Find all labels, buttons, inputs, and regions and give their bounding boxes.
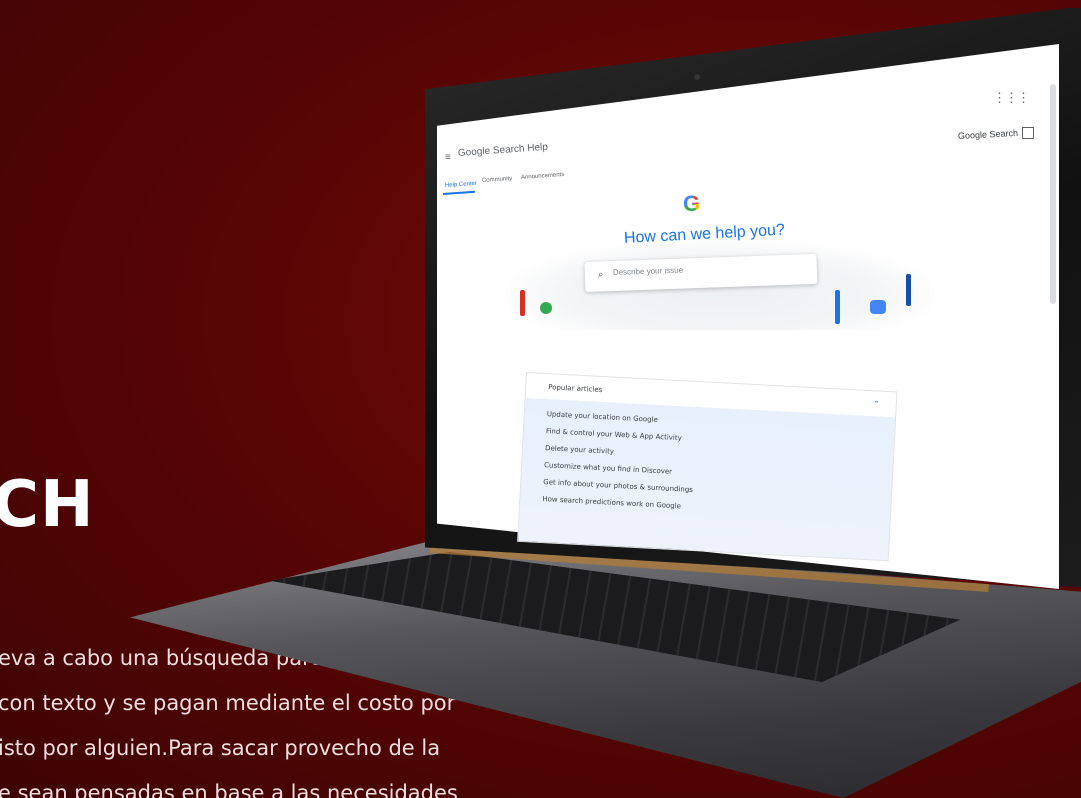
search-icon: ⌕ (597, 269, 604, 281)
menu-icon[interactable]: ≡ (445, 152, 451, 163)
chevron-up-icon[interactable]: ⌃ (873, 399, 880, 408)
article-list: Update your location on Google Find & co… (542, 410, 697, 520)
person-illustration (520, 290, 525, 316)
popular-articles-panel: Popular articles ⌃ Update your location … (517, 372, 898, 562)
person-illustration (835, 290, 840, 324)
person-illustration (870, 300, 886, 314)
search-input[interactable] (612, 261, 803, 278)
paragraph-line: isto por alguien.Para sacar provecho de … (0, 736, 441, 760)
popular-articles-header[interactable]: Popular articles (548, 383, 602, 394)
paragraph-line: e sean pensadas en base a las necesidade… (0, 781, 458, 798)
section-headline: CH (0, 468, 95, 542)
open-in-new-icon[interactable] (1022, 127, 1034, 139)
person-illustration (540, 302, 552, 314)
person-illustration (906, 274, 911, 306)
apps-grid-icon[interactable]: ⋮⋮⋮ (993, 90, 1030, 106)
scrollbar[interactable] (1050, 84, 1056, 304)
camera-icon (694, 74, 700, 80)
google-logo: G (683, 193, 705, 215)
